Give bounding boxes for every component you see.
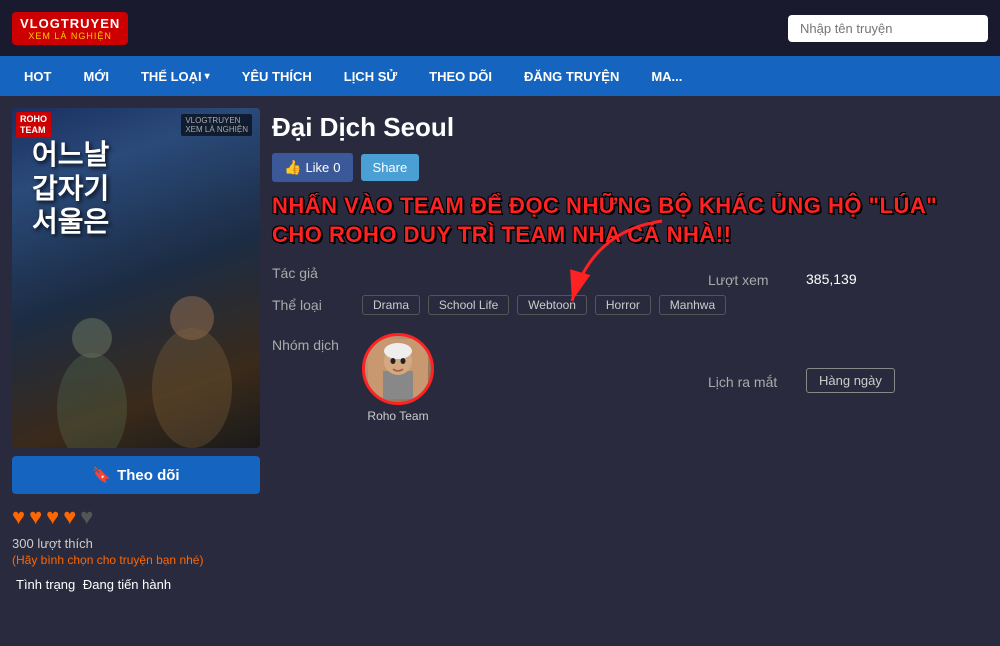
lich-ra-mat-button[interactable]: Hàng ngày (806, 368, 895, 393)
arrow-svg (512, 211, 712, 331)
logo-bottom: XEM LÀ NGHIỆN (28, 31, 112, 41)
nav-item-theo-doi[interactable]: THEO DÕI (413, 56, 508, 96)
lich-ra-mat-col: Lịch ra mắt Hàng ngày (708, 329, 988, 431)
nav-item-more[interactable]: MA... (635, 56, 698, 96)
heart-5[interactable]: ♥ (80, 504, 93, 530)
luot-xem-col: Lượt xem 385,139 (708, 263, 988, 295)
nhom-dich-lich-row: Nhóm dịch (272, 329, 988, 431)
nhom-dich-row: Nhóm dịch (272, 329, 708, 423)
nav-item-moi[interactable]: MỚI (67, 56, 125, 96)
heart-1[interactable]: ♥ (12, 504, 25, 530)
nhom-dich-col: Nhóm dịch (272, 329, 708, 431)
site-logo[interactable]: VLOGTRUYEN XEM LÀ NGHIỆN (12, 12, 128, 45)
right-panel: Đại Dịch Seoul 👍 Like 0 Share NHẤN VÀO T… (272, 108, 988, 634)
cover-image-inner: ROHO TEAM VLOGTRUYENXEM LÀ NGHIỆN 어느날갑자기… (12, 108, 260, 448)
follow-button[interactable]: 🔖 Theo dõi (12, 456, 260, 494)
hearts-rating: ♥ ♥ ♥ ♥ ♥ (12, 504, 260, 530)
tag-drama[interactable]: Drama (362, 295, 420, 315)
left-panel: ROHO TEAM VLOGTRUYENXEM LÀ NGHIỆN 어느날갑자기… (12, 108, 260, 634)
translator-name[interactable]: Roho Team (367, 409, 428, 423)
search-input[interactable] (788, 15, 988, 42)
manga-title: Đại Dịch Seoul (272, 112, 988, 143)
nav-item-hot[interactable]: HOT (8, 56, 67, 96)
main-content: ROHO TEAM VLOGTRUYENXEM LÀ NGHIỆN 어느날갑자기… (0, 96, 1000, 646)
cover-illustration (12, 108, 260, 448)
nav-bar: HOT MỚI THỂ LOẠI ▾ YÊU THÍCH LỊCH SỬ THE… (0, 56, 1000, 96)
chevron-down-icon: ▾ (205, 71, 210, 82)
logo-top: VLOGTRUYEN (20, 16, 120, 31)
nav-item-the-loai[interactable]: THỂ LOẠI ▾ (125, 56, 226, 96)
like-button[interactable]: 👍 Like 0 (272, 153, 353, 182)
likes-count: 300 lượt thích (12, 536, 260, 551)
translator-container: Roho Team (362, 333, 434, 423)
translator-avatar-inner (368, 339, 428, 399)
avatar-illustration (368, 339, 428, 399)
bookmark-icon: 🔖 (92, 466, 111, 484)
header: VLOGTRUYEN XEM LÀ NGHIỆN (0, 0, 1000, 56)
heart-2[interactable]: ♥ (29, 504, 42, 530)
nav-item-dang-truyen[interactable]: ĐĂNG TRUYỆN (508, 56, 635, 96)
heart-3[interactable]: ♥ (46, 504, 59, 530)
nav-item-lich-su[interactable]: LỊCH SỬ (328, 56, 413, 96)
heart-4[interactable]: ♥ (63, 504, 76, 530)
share-button[interactable]: Share (361, 154, 420, 181)
thumb-up-icon: 👍 (284, 159, 301, 176)
nav-item-yeu-thich[interactable]: YÊU THÍCH (226, 56, 328, 96)
cover-image: ROHO TEAM VLOGTRUYENXEM LÀ NGHIỆN 어느날갑자기… (12, 108, 260, 448)
likes-note: (Hãy bình chọn cho truyện bạn nhé) (12, 553, 260, 567)
action-row: 👍 Like 0 Share (272, 153, 988, 182)
tag-school-life[interactable]: School Life (428, 295, 509, 315)
translator-avatar[interactable] (362, 333, 434, 405)
status-row: Tình trạng Đang tiến hành (12, 577, 260, 592)
